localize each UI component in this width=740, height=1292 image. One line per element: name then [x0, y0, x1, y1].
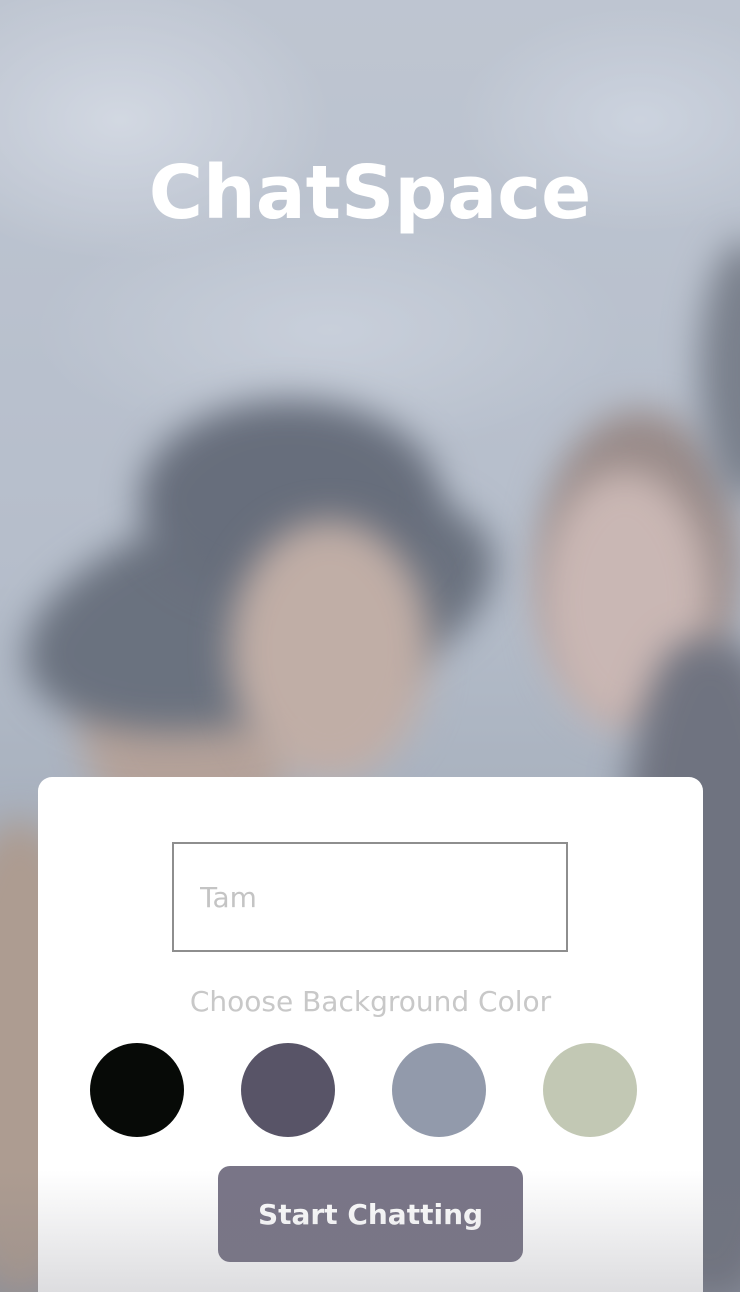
color-swatch-sage-green[interactable] [543, 1043, 637, 1137]
login-card: Choose Background Color Start Chatting [38, 777, 703, 1292]
choose-color-label: Choose Background Color [189, 985, 552, 1018]
color-swatch-black[interactable] [90, 1043, 184, 1137]
start-chatting-button[interactable]: Start Chatting [218, 1166, 523, 1262]
name-input[interactable] [172, 842, 568, 952]
color-swatch-slate-blue[interactable] [392, 1043, 486, 1137]
color-swatches [90, 1043, 638, 1137]
color-swatch-dark-purple[interactable] [241, 1043, 335, 1137]
start-screen: ChatSpace Choose Background Color Start … [0, 0, 740, 1292]
app-title: ChatSpace [148, 150, 592, 236]
